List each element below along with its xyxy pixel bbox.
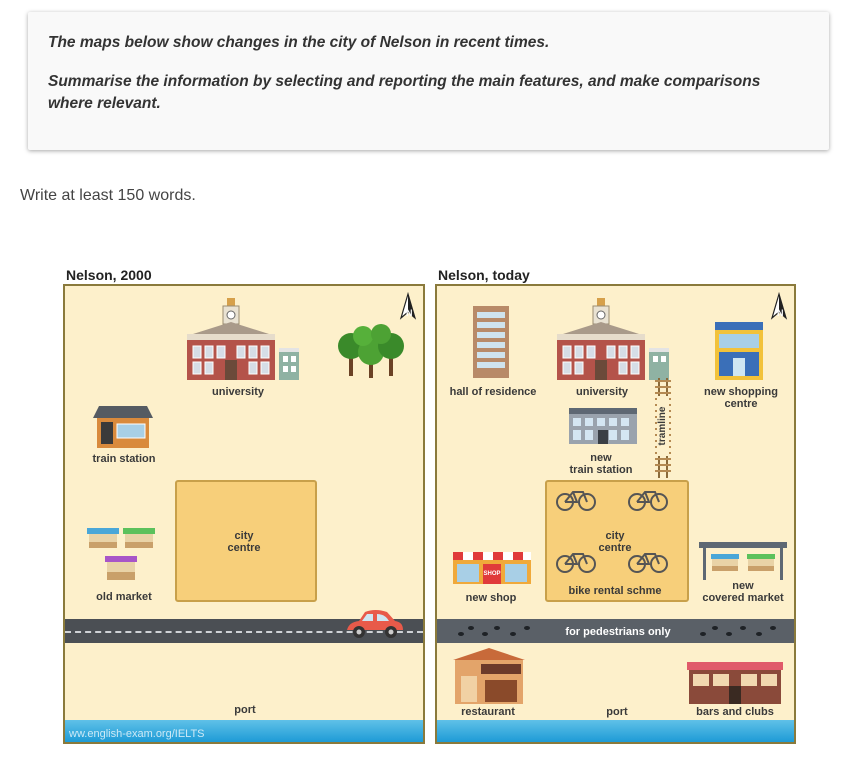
task-line-1: The maps below show changes in the city … <box>48 34 550 51</box>
university-label: university <box>212 386 264 398</box>
watermark-text: ww.english-exam.org/IELTS <box>69 728 205 740</box>
university-building-icon <box>557 298 669 380</box>
covered-market-label: new covered market <box>702 580 784 604</box>
old-market-label: old market <box>96 591 152 603</box>
task-prompt-box: The maps below show changes in the city … <box>28 12 829 150</box>
pedestrians-only-label: for pedestrians only <box>565 626 671 638</box>
map-2000-title: Nelson, 2000 <box>66 267 152 283</box>
new-train-station-icon <box>569 408 637 444</box>
university-label: university <box>576 386 628 398</box>
shopping-centre-label: new shopping centre <box>704 386 778 410</box>
map-today-title: Nelson, today <box>438 267 530 283</box>
north-label: N <box>406 308 413 318</box>
port-label: port <box>234 704 256 716</box>
bars-and-clubs-label: bars and clubs <box>696 706 774 718</box>
sea-water <box>437 720 794 742</box>
restaurant-label: restaurant <box>461 706 515 718</box>
bike-rental-label: bike rental schme <box>568 585 662 597</box>
bars-and-clubs-icon <box>687 662 783 704</box>
north-label: N <box>777 308 784 318</box>
train-station-label: train station <box>92 453 156 465</box>
footprints-icon <box>700 626 776 636</box>
car-icon <box>347 610 403 638</box>
task-line-2: Summarise the information by selecting a… <box>48 73 761 112</box>
trees-icon <box>338 324 404 378</box>
restaurant-icon <box>453 648 525 704</box>
city-centre-label: city centre <box>227 530 261 554</box>
tramline-label: tramline <box>657 396 669 456</box>
footprints-icon <box>458 626 530 636</box>
shop-sign-label: SHOP <box>483 571 501 577</box>
word-count-instruction: Write at least 150 words. <box>20 187 196 204</box>
city-centre-label: city centre <box>598 530 632 554</box>
hall-of-residence-label: hall of residence <box>449 386 537 398</box>
map-2000: N university train station city centre o… <box>63 284 425 744</box>
new-shop-label: new shop <box>465 592 517 604</box>
covered-market-icon <box>699 542 787 580</box>
train-station-icon <box>93 406 153 448</box>
university-building-icon <box>187 298 299 380</box>
map-today: N hall of residence university tramline <box>435 284 796 744</box>
port-label: port <box>606 706 628 718</box>
old-market-stalls-icon <box>87 528 155 580</box>
hall-of-residence-icon <box>473 306 509 378</box>
shopping-centre-icon <box>715 322 763 380</box>
new-train-station-label: new train station <box>569 452 633 476</box>
